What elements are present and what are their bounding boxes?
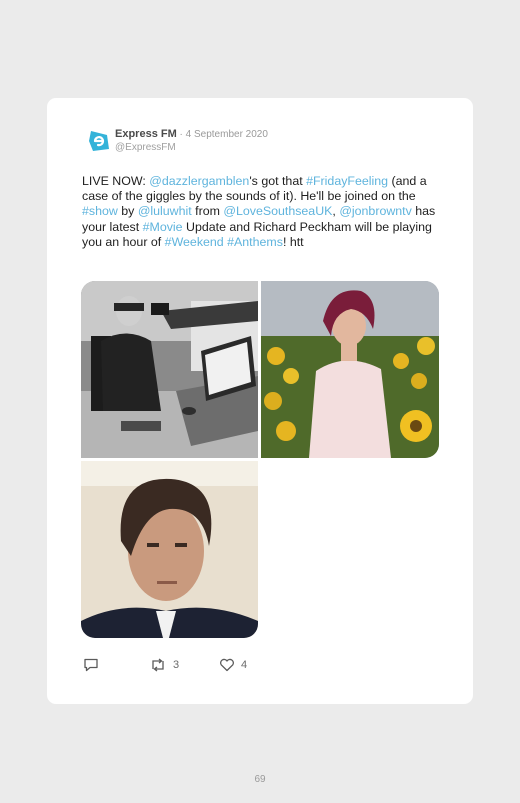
mention-link[interactable]: @LoveSouthseaUK (223, 204, 332, 218)
page-number: 69 (254, 774, 266, 785)
hashtag-link[interactable]: #show (82, 204, 118, 218)
express-fm-logo-icon[interactable] (87, 129, 111, 153)
tweet-actions: 3 4 (83, 658, 283, 676)
account-name-line[interactable]: Express FM · 4 September 2020 (115, 128, 268, 140)
photo-grid (81, 281, 439, 639)
photo-sunflower-field[interactable] (261, 281, 439, 458)
heart-icon (220, 658, 234, 672)
account-handle[interactable]: @ExpressFM (115, 142, 176, 153)
reply-icon (84, 658, 98, 672)
hashtag-link[interactable]: #Weekend (165, 235, 224, 249)
retweet-count: 3 (173, 659, 180, 671)
text-segment: from (191, 204, 224, 219)
mention-link[interactable]: @dazzlergamblen (149, 174, 249, 188)
photo-man-portrait[interactable] (81, 461, 258, 638)
retweet-button[interactable]: 3 (149, 658, 179, 672)
text-segment: LIVE NOW: (82, 174, 150, 188)
photo-radio-studio[interactable] (81, 281, 258, 458)
like-button[interactable]: 4 (219, 658, 247, 672)
hashtag-link[interactable]: #Movie (143, 220, 183, 234)
tweet-text: LIVE NOW: @dazzlergamblen's got that #Fr… (82, 174, 442, 250)
display-name[interactable]: Express FM (115, 128, 177, 140)
retweet-icon (152, 658, 164, 672)
hashtag-link[interactable]: #Anthems (227, 235, 283, 249)
like-count: 4 (241, 659, 248, 671)
mention-link[interactable]: @luluwhit (138, 204, 192, 218)
text-segment: by (117, 204, 138, 219)
text-segment: ! htt (282, 234, 304, 249)
tweet-header: Express FM · 4 September 2020 @ExpressFM (87, 128, 447, 158)
text-segment: 's got that (249, 174, 307, 188)
tweet-date: · 4 September 2020 (176, 129, 268, 140)
tweet-card: Express FM · 4 September 2020 @ExpressFM… (47, 98, 473, 704)
mention-link[interactable]: @jonbrowntv (339, 204, 412, 218)
hashtag-link[interactable]: #FridayFeeling (306, 174, 388, 188)
reply-button[interactable] (83, 658, 99, 672)
